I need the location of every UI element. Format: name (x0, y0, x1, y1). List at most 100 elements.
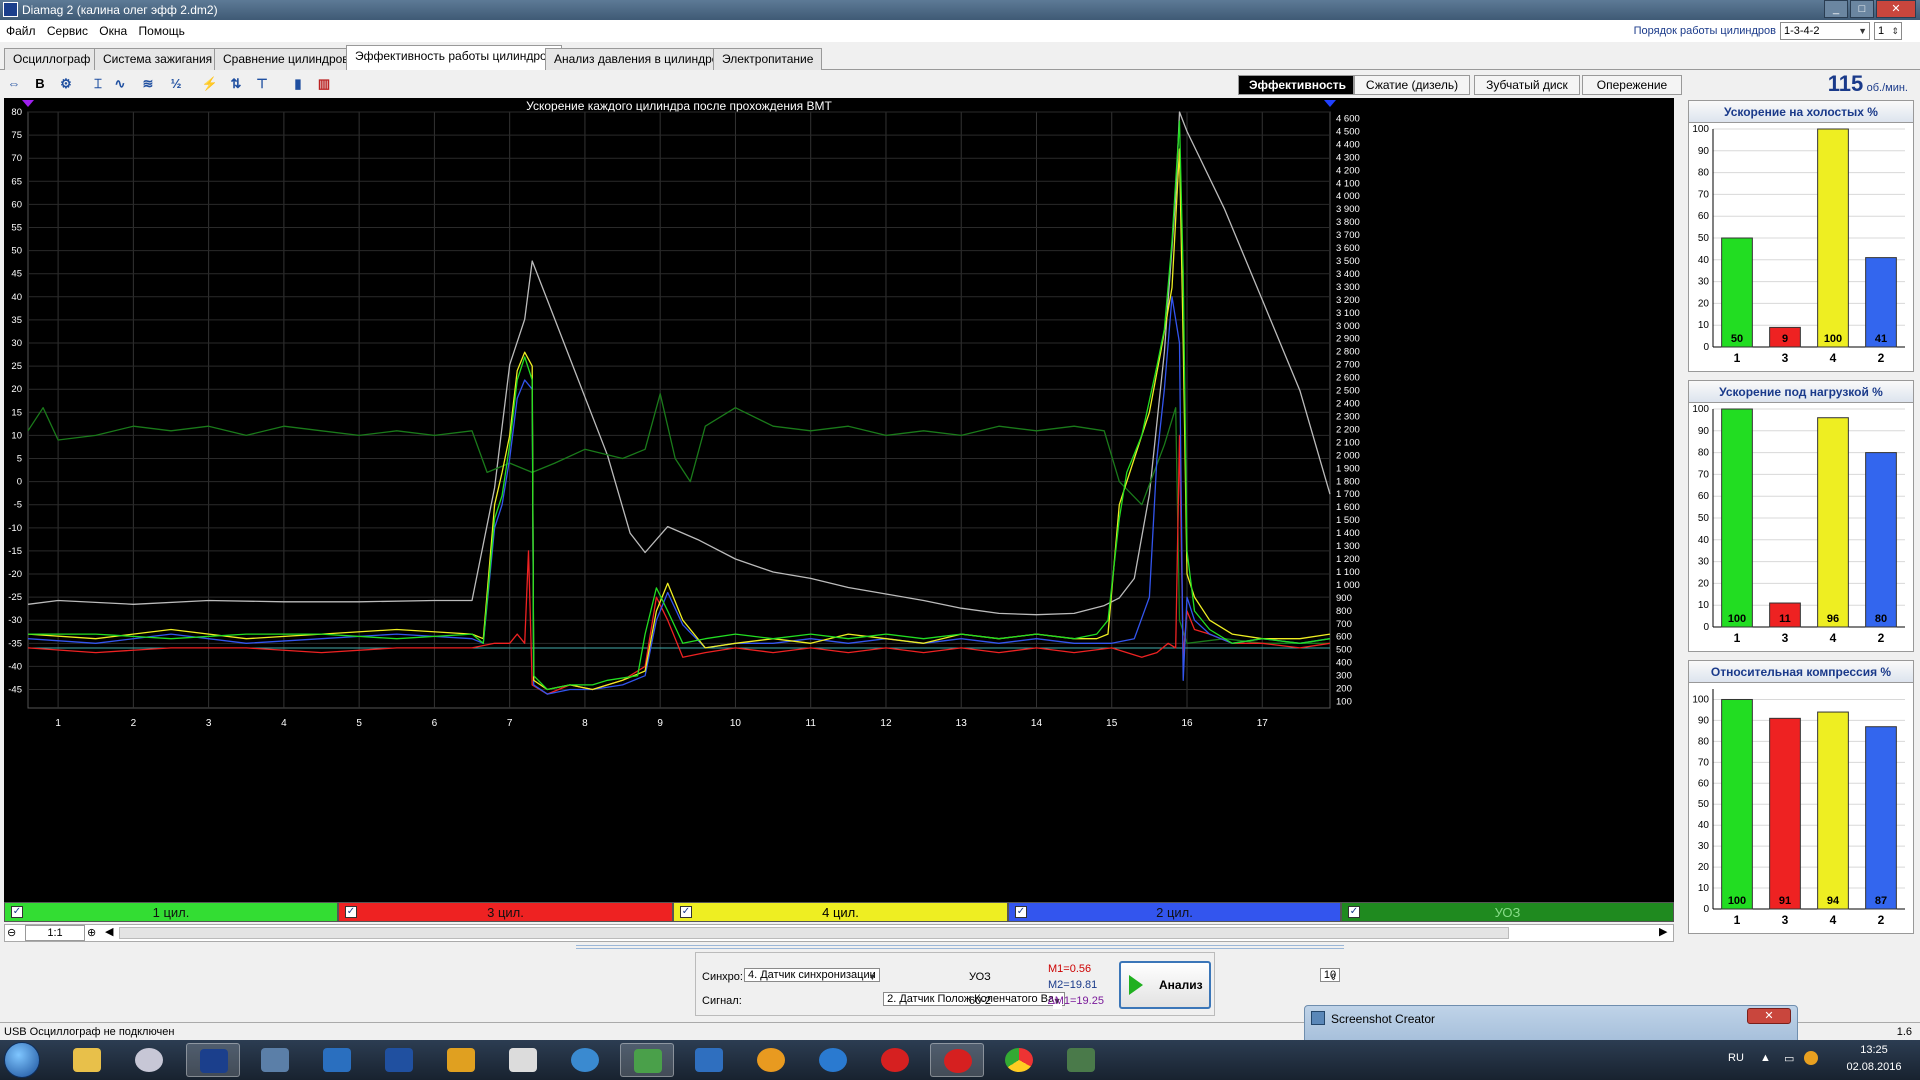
cylinder-spin[interactable]: 1 ⇕ (1874, 22, 1902, 40)
scroll-left-icon[interactable]: ◀ (105, 925, 113, 938)
channel-cyl-3[interactable]: ✓ 3 цил. (338, 902, 673, 922)
spin-arrows-icon: ⇕ (1891, 26, 1899, 36)
taskbar-chrome[interactable] (992, 1043, 1046, 1077)
taskbar-opera-2[interactable] (930, 1043, 984, 1077)
cylinder-order-select[interactable]: 1-3-4-2 ▼ (1780, 22, 1870, 40)
menu-windows[interactable]: Окна (95, 20, 131, 42)
analyze-button[interactable]: Анализ (1119, 961, 1211, 1009)
bar-y-tick: 40 (1698, 255, 1710, 266)
tray-power-icon[interactable]: ▭ (1784, 1052, 1794, 1065)
close-button[interactable]: ✕ (1876, 0, 1916, 18)
tab-pressure-analysis[interactable]: Анализ давления в цилиндре (545, 48, 728, 70)
tab-ignition[interactable]: Система зажигания (94, 48, 222, 70)
analysis-controls: Синхро: 4. Датчик синхронизации ▼ Сигнал:… (695, 952, 1341, 1016)
tab-cylinder-compare[interactable]: Сравнение цилиндров (214, 48, 358, 70)
idle-acceleration-panel: Ускорение на холостых % 0 10 20 30 40 50 60 70 8… (1688, 100, 1914, 372)
checkbox-checked-icon[interactable]: ✓ (345, 906, 357, 918)
bar-y-tick: 90 (1698, 426, 1710, 437)
start-button[interactable] (4, 1042, 40, 1078)
channel-cyl-1[interactable]: ✓ 1 цил. (4, 902, 338, 922)
x-tick-label: 10 (730, 718, 742, 729)
taskbar-app-17[interactable] (1054, 1043, 1108, 1077)
zoom-out-icon[interactable]: ⊖ (7, 926, 16, 939)
y-left-tick-label: -40 (8, 661, 22, 672)
bar-value-label: 100 (1728, 895, 1746, 907)
uoz-label: УОЗ (969, 971, 991, 983)
tab-cylinder-efficiency[interactable]: Эффективность работы цилиндров (346, 45, 563, 71)
computer-icon (261, 1048, 289, 1072)
cursor-measure-icon[interactable]: ⌶ (88, 74, 108, 94)
spin-arrows-icon: ⇕ (1329, 972, 1338, 982)
taskbar-app-9[interactable] (558, 1043, 612, 1077)
tray-language[interactable]: RU (1728, 1052, 1744, 1064)
mode-toothed-wheel-button[interactable]: Зубчатый диск (1474, 75, 1580, 95)
minimize-button[interactable]: _ (1824, 0, 1848, 18)
mode-diesel-compression-button[interactable]: Сжатие (дизель) (1354, 75, 1470, 95)
bar-y-tick: 100 (1692, 404, 1709, 415)
screenshot-creator-window[interactable]: Screenshot Creator ✕ (1304, 1005, 1798, 1041)
y-left-tick-label: 55 (11, 223, 22, 234)
rpm-settings-icon[interactable]: ⚙ (56, 74, 76, 94)
taskbar-app-4[interactable] (248, 1043, 302, 1077)
info-icon (757, 1048, 785, 1072)
taskbar-opera-1[interactable] (868, 1043, 922, 1077)
markers-icon[interactable]: ⊤ (252, 74, 272, 94)
taskbar-media[interactable] (122, 1043, 176, 1077)
bar-y-tick: 0 (1703, 342, 1709, 353)
bold-b-icon[interactable]: B (30, 74, 50, 94)
mode-efficiency-button[interactable]: Эффективность (1238, 75, 1354, 95)
y-right-tick-label: 200 (1336, 684, 1352, 695)
checkbox-checked-icon[interactable]: ✓ (680, 906, 692, 918)
bar-y-tick: 50 (1698, 233, 1710, 244)
scroll-right-icon[interactable]: ▶ (1659, 925, 1667, 938)
checkbox-checked-icon[interactable]: ✓ (1348, 906, 1360, 918)
taskbar-app-11[interactable] (682, 1043, 736, 1077)
taskbar-app-10[interactable] (620, 1043, 674, 1077)
taskbar-explorer[interactable] (60, 1043, 114, 1077)
maximize-button[interactable]: □ (1850, 0, 1874, 18)
taskbar-app-8[interactable] (496, 1043, 550, 1077)
autoscale-icon[interactable]: ⇔ (4, 74, 24, 94)
cylinder-order: Порядок работы цилиндров 1-3-4-2 ▼ 1 ⇕ (1634, 22, 1902, 40)
taskbar-app-13[interactable] (806, 1043, 860, 1077)
taskbar-app-7[interactable] (434, 1043, 488, 1077)
tray-app-icon[interactable] (1804, 1051, 1818, 1065)
signal-wave-icon[interactable]: ∿ (110, 74, 130, 94)
taskbar-app-12[interactable] (744, 1043, 798, 1077)
numbering-icon[interactable]: ⇅ (226, 74, 246, 94)
y-right-tick-label: 1 800 (1336, 476, 1360, 487)
channel-cyl-2[interactable]: ✓ 2 цил. (1008, 902, 1341, 922)
horizontal-scrollbar[interactable] (119, 927, 1509, 939)
x-tick-label: 2 (131, 718, 137, 729)
tab-power[interactable]: Электропитание (713, 48, 823, 70)
screenshot-creator-close-button[interactable]: ✕ (1747, 1008, 1791, 1024)
menu-file[interactable]: Файл (2, 20, 40, 42)
taskbar-app-6[interactable] (372, 1043, 426, 1077)
splitter-handle[interactable] (576, 945, 1344, 949)
tray-date[interactable]: 02.08.2016 (1842, 1061, 1906, 1073)
taskbar-diamag[interactable] (186, 1043, 240, 1077)
channel-label: 3 цил. (487, 905, 524, 920)
algorithm-icon[interactable]: ½ (166, 74, 186, 94)
bar-report-icon[interactable]: ▥ (314, 74, 334, 94)
tab-oscilloscope[interactable]: Осциллограф (4, 48, 100, 70)
vvti-icon[interactable]: ≋ (138, 74, 158, 94)
chart-settings-icon[interactable]: ▮ (288, 74, 308, 94)
y-left-tick-label: 30 (11, 338, 22, 349)
checkbox-checked-icon[interactable]: ✓ (1015, 906, 1027, 918)
filter-icon[interactable]: ⚡ (200, 74, 220, 94)
taskbar-app-5[interactable] (310, 1043, 364, 1077)
uoz-spinbox[interactable]: 10 ⇕ (1319, 968, 1341, 982)
y-right-tick-label: 2 100 (1336, 437, 1360, 448)
tray-time[interactable]: 13:25 (1842, 1044, 1906, 1056)
sync-select[interactable]: 4. Датчик синхронизации ▼ (744, 968, 880, 982)
menu-service[interactable]: Сервис (43, 20, 92, 42)
bar-y-tick: 60 (1698, 211, 1710, 222)
mode-advance-button[interactable]: Опережение (1582, 75, 1682, 95)
channel-uoz[interactable]: ✓ УОЗ (1341, 902, 1674, 922)
tray-arrow-icon[interactable]: ▲ (1760, 1052, 1771, 1064)
checkbox-checked-icon[interactable]: ✓ (11, 906, 23, 918)
zoom-in-icon[interactable]: ⊕ (87, 926, 96, 939)
channel-cyl-4[interactable]: ✓ 4 цил. (673, 902, 1008, 922)
menu-help[interactable]: Помощь (135, 20, 189, 42)
